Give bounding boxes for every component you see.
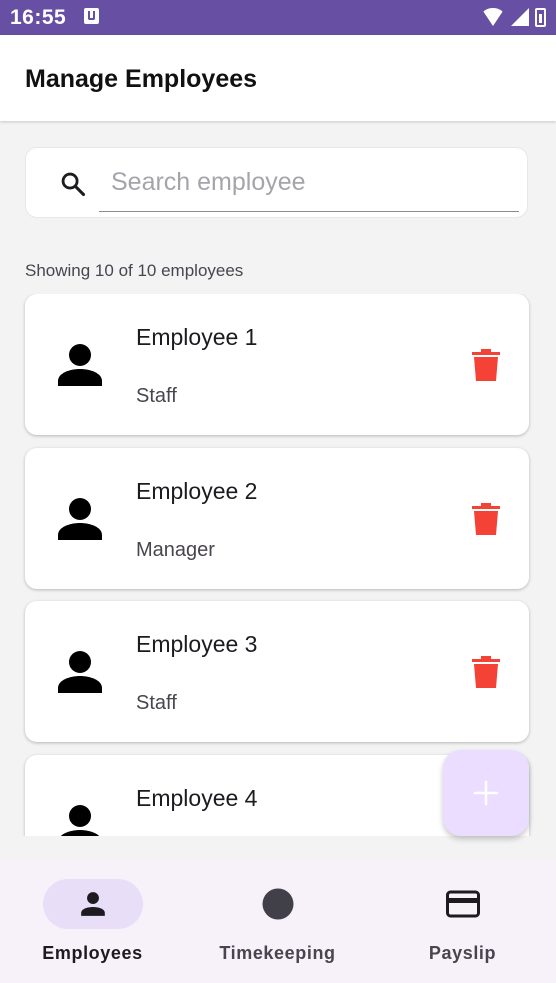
credit-card-icon — [445, 890, 480, 918]
status-time: 16:55 — [10, 6, 67, 29]
person-icon — [58, 651, 102, 693]
nav-label: Timekeeping — [219, 943, 336, 963]
nav-icon-container — [413, 879, 513, 929]
nav-active-indicator — [42, 879, 143, 929]
nav-icon-container — [228, 879, 328, 929]
person-icon — [58, 344, 102, 386]
delete-employee-button[interactable] — [472, 503, 500, 535]
employee-card[interactable]: Employee 1 Staff — [25, 294, 529, 435]
person-icon — [60, 805, 100, 836]
employee-role: Staff — [136, 692, 177, 714]
nav-item-timekeeping[interactable]: Timekeeping — [185, 860, 370, 983]
employee-name: Employee 4 — [136, 785, 258, 811]
employee-role: Staff — [136, 385, 177, 407]
status-bar: 16:55 — [0, 0, 556, 35]
employee-name: Employee 2 — [136, 478, 258, 504]
circle-icon — [262, 888, 293, 920]
add-employee-button[interactable] — [443, 750, 529, 836]
employee-count-text: Showing 10 of 10 employees — [25, 261, 244, 280]
delete-employee-button[interactable] — [472, 656, 500, 688]
employee-role: Manager — [136, 539, 215, 561]
nav-item-employees[interactable]: Employees — [0, 860, 185, 983]
page-title: Manage Employees — [25, 65, 258, 93]
delete-employee-button[interactable] — [472, 349, 500, 381]
bottom-navigation: Employees Timekeeping Payslip — [0, 860, 556, 983]
wifi-icon — [481, 8, 505, 26]
employee-name: Employee 3 — [136, 631, 258, 657]
search-icon — [61, 172, 86, 197]
search-card — [25, 147, 528, 218]
employee-name: Employee 1 — [136, 324, 258, 350]
nav-label: Employees — [42, 943, 143, 963]
person-icon — [80, 892, 105, 916]
employee-card[interactable]: Employee 3 Staff — [25, 601, 529, 742]
battery-icon — [535, 7, 546, 27]
plus-icon — [473, 780, 499, 806]
status-icons — [481, 6, 546, 28]
top-app-bar: Manage Employees — [0, 35, 556, 121]
person-icon — [58, 498, 102, 540]
search-input[interactable] — [99, 154, 519, 212]
nav-item-payslip[interactable]: Payslip — [370, 860, 555, 983]
nav-label: Payslip — [428, 943, 497, 963]
cellular-signal-icon — [511, 8, 529, 26]
notification-icon — [84, 8, 99, 24]
employee-card[interactable]: Employee 2 Manager — [25, 448, 529, 589]
